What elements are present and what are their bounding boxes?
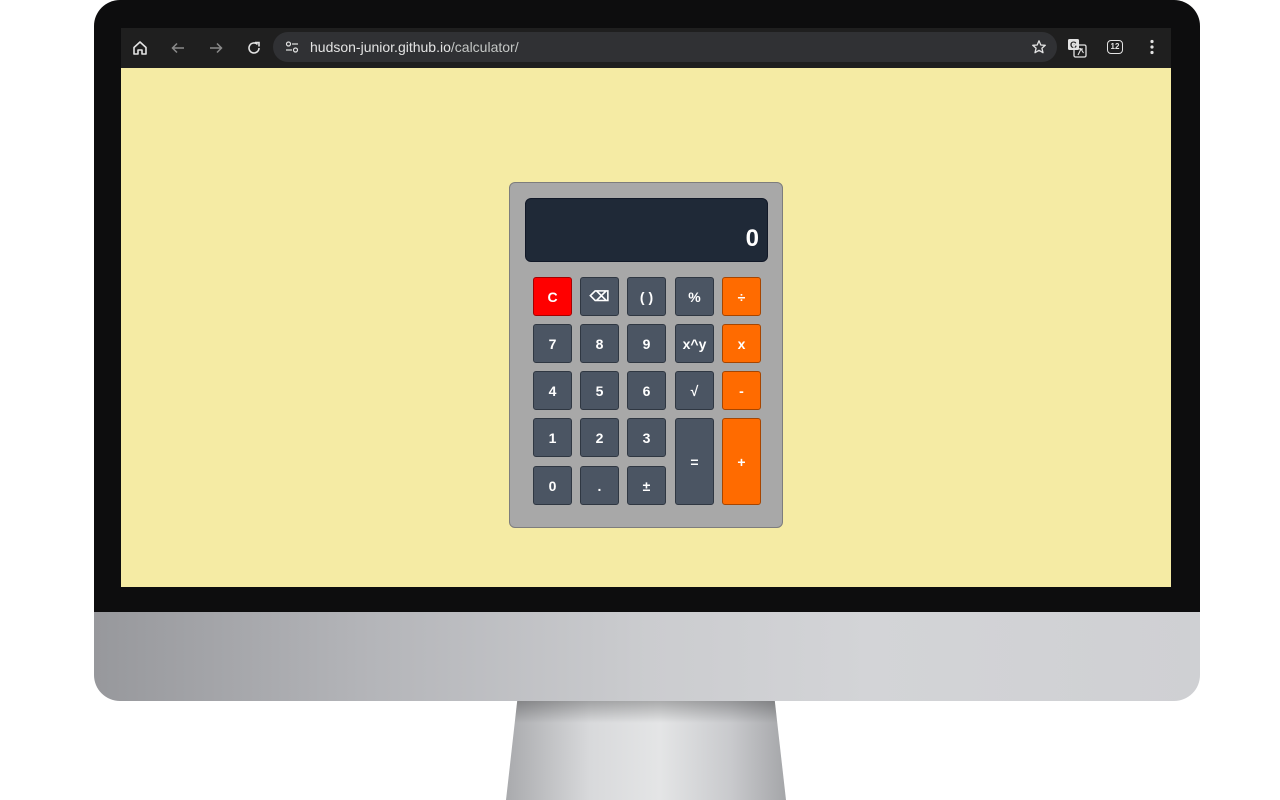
kebab-menu-icon[interactable] [1145,38,1159,56]
browser-window: hudson-junior.github.io/calculator/ G 12… [121,28,1171,587]
monitor-chin [94,612,1200,701]
decimal-button[interactable]: . [580,466,619,505]
browser-toolbar: hudson-junior.github.io/calculator/ G 12 [121,28,1171,68]
site-info-icon[interactable] [285,40,299,54]
tab-count-button[interactable]: 12 [1107,40,1123,54]
digit-5-button[interactable]: 5 [580,371,619,410]
multiply-button[interactable]: x [722,324,761,363]
digit-2-button[interactable]: 2 [580,418,619,457]
clear-button[interactable]: C [533,277,572,316]
digit-3-button[interactable]: 3 [627,418,666,457]
parentheses-button[interactable]: ( ) [627,277,666,316]
power-button[interactable]: x^y [675,324,714,363]
calculator-display: 0 [525,198,768,262]
digit-6-button[interactable]: 6 [627,371,666,410]
back-arrow-icon[interactable] [166,36,190,60]
url-text[interactable]: hudson-junior.github.io/calculator/ [310,32,519,62]
square-root-button[interactable]: √ [675,371,714,410]
tab-count: 12 [1110,42,1120,51]
url-host: hudson-junior.github.io [310,39,451,55]
divide-button[interactable]: ÷ [722,277,761,316]
backspace-icon: ⌫ [589,288,610,304]
home-icon[interactable] [128,36,152,60]
bookmark-star-icon[interactable] [1031,39,1047,55]
digit-0-button[interactable]: 0 [533,466,572,505]
digit-7-button[interactable]: 7 [533,324,572,363]
desktop-scene: hudson-junior.github.io/calculator/ G 12… [0,0,1280,800]
url-path: /calculator/ [450,39,519,55]
digit-8-button[interactable]: 8 [580,324,619,363]
subtract-button[interactable]: - [722,371,761,410]
digit-4-button[interactable]: 4 [533,371,572,410]
negate-button[interactable]: ± [627,466,666,505]
translate-icon[interactable]: G [1067,38,1087,58]
equals-button[interactable]: = [675,418,714,505]
calculator: 0 C ⌫ ( ) % ÷ 7 8 9 x^y x 4 5 6 √ - 1 2 … [509,182,783,528]
address-bar[interactable]: hudson-junior.github.io/calculator/ [273,32,1057,62]
digit-9-button[interactable]: 9 [627,324,666,363]
reload-icon[interactable] [242,36,266,60]
digit-1-button[interactable]: 1 [533,418,572,457]
backspace-button[interactable]: ⌫ [580,277,619,316]
monitor-stand [506,701,786,800]
forward-arrow-icon[interactable] [204,36,228,60]
percent-button[interactable]: % [675,277,714,316]
add-button[interactable]: + [722,418,761,505]
